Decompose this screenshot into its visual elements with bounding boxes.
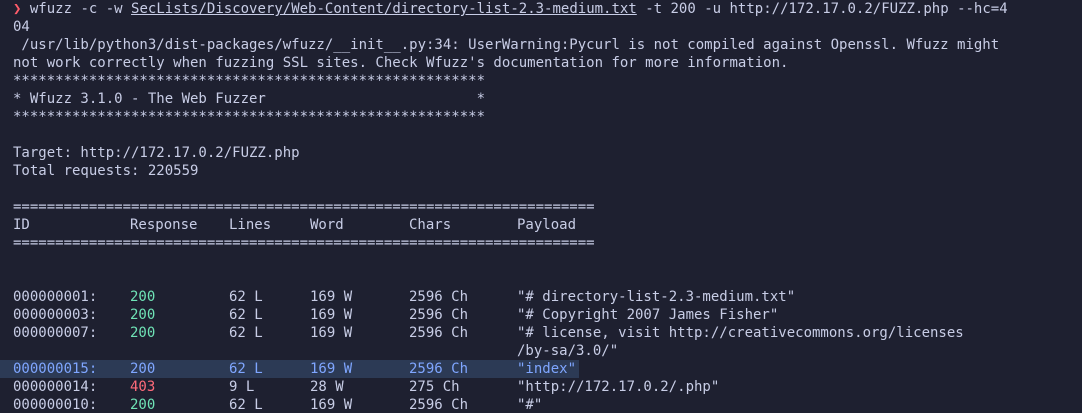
row-chars: 2596 Ch <box>409 361 469 377</box>
table-rule-bottom: ========================================… <box>13 235 595 251</box>
table-row: 000000003: 200 62 L 169 W 2596 Ch "# Copyrigh… <box>13 306 1082 324</box>
command-args-1: -c -w <box>72 1 132 17</box>
row-word: 169 W <box>310 361 353 377</box>
wordlist-path: SecLists/Discovery/Web-Content/directory… <box>131 1 637 17</box>
row-chars: 275 Ch <box>409 379 460 395</box>
table-row: 000000014: 403 9 L 28 W 275 Ch "http://172.17… <box>13 378 1082 396</box>
header-response: Response <box>130 217 198 233</box>
row-word: 169 W <box>310 325 353 341</box>
row-response: 403 <box>130 379 156 395</box>
table-row: 000000010: 200 62 L 169 W 2596 Ch "#" <box>13 396 1082 413</box>
prompt-arrow-icon: ❯ <box>13 1 22 17</box>
row-payload: "#" <box>517 397 543 413</box>
row-lines: 62 L <box>229 361 263 377</box>
header-id: ID <box>13 217 30 233</box>
row-id: 000000001: <box>13 289 98 305</box>
command-line-wrap: 04 <box>13 19 30 35</box>
row-word: 28 W <box>310 379 344 395</box>
row-payload: "http://172.17.0.2/.php" <box>517 379 720 395</box>
row-payload-continuation: /by-sa/3.0/" <box>517 343 619 359</box>
header-lines: Lines <box>229 217 272 233</box>
row-id: 000000010: <box>13 397 98 413</box>
header-word: Word <box>310 217 344 233</box>
row-lines: 62 L <box>229 397 263 413</box>
target-line: Target: http://172.17.0.2/FUZZ.php <box>13 145 300 161</box>
results-list: 000000001: 200 62 L 169 W 2596 Ch "# director… <box>0 288 1082 413</box>
row-word: 169 W <box>310 397 353 413</box>
row-payload: "index" <box>517 361 577 377</box>
row-chars: 2596 Ch <box>409 325 469 341</box>
row-response: 200 <box>130 307 156 323</box>
row-response: 200 <box>130 325 156 341</box>
total-requests-line: Total requests: 220559 <box>13 163 199 179</box>
row-id: 000000003: <box>13 307 98 323</box>
command-name: wfuzz <box>29 1 73 17</box>
table-rule-top: ========================================… <box>13 199 595 215</box>
row-id: 000000015: <box>13 361 98 377</box>
table-row: 000000007: 200 62 L 169 W 2596 Ch "# license,… <box>13 324 1082 342</box>
row-chars: 2596 Ch <box>409 289 469 305</box>
row-lines: 62 L <box>229 289 263 305</box>
warning-line-2: not work correctly when fuzzing SSL site… <box>13 55 789 71</box>
table-row: 000000001: 200 62 L 169 W 2596 Ch "# director… <box>13 288 1082 306</box>
row-chars: 2596 Ch <box>409 307 469 323</box>
warning-line-1: /usr/lib/python3/dist-packages/wfuzz/__i… <box>13 37 1000 53</box>
row-chars: 2596 Ch <box>409 397 469 413</box>
table-row: 000000015: 200 62 L 169 W 2596 Ch "index" <box>0 360 579 378</box>
row-payload: "# license, visit http://creativecommons… <box>517 325 964 341</box>
row-lines: 9 L <box>229 379 255 395</box>
row-lines: 62 L <box>229 307 263 323</box>
command-line: ❯ wfuzz -c -w SecLists/Discovery/Web-Con… <box>13 0 1082 18</box>
row-response: 200 <box>130 397 156 413</box>
row-id: 000000007: <box>13 325 98 341</box>
row-lines: 62 L <box>229 325 263 341</box>
banner-title: * Wfuzz 3.1.0 - The Web Fuzzer * <box>13 91 486 107</box>
row-response: 200 <box>130 289 156 305</box>
row-response: 200 <box>130 361 156 377</box>
terminal-window[interactable]: ❯ wfuzz -c -w SecLists/Discovery/Web-Con… <box>0 0 1082 413</box>
row-id: 000000014: <box>13 379 98 395</box>
row-word: 169 W <box>310 289 353 305</box>
row-word: 169 W <box>310 307 353 323</box>
command-args-2: -t 200 -u http://172.17.0.2/FUZZ.php --h… <box>636 1 1008 17</box>
banner-stars-bottom: ****************************************… <box>13 109 486 125</box>
header-payload: Payload <box>517 217 577 233</box>
banner-stars-top: ****************************************… <box>13 73 486 89</box>
table-header: ID Response Lines Word Chars Payload <box>13 216 1082 234</box>
row-payload: "# Copyright 2007 James Fisher" <box>517 307 779 323</box>
header-chars: Chars <box>409 217 452 233</box>
row-payload: "# directory-list-2.3-medium.txt" <box>517 289 796 305</box>
